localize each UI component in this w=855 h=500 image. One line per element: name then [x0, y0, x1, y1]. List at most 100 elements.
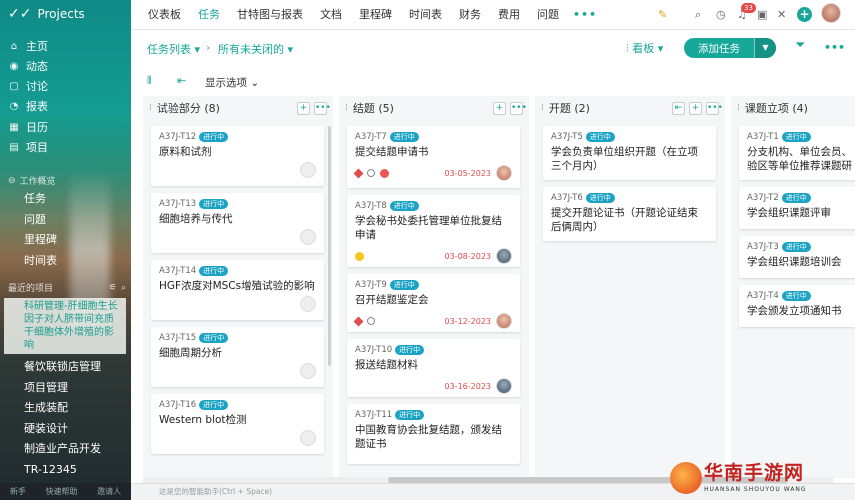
- task-card[interactable]: A37J-T7 进行中 提交结题申请书 03-05-2023: [347, 126, 520, 188]
- recent-project[interactable]: TR-12345: [24, 460, 77, 480]
- work-overview-header[interactable]: ⊖ 工作概览: [8, 174, 56, 188]
- due-date: 03-08-2023: [444, 251, 492, 261]
- drag-handle-icon[interactable]: ⁞: [345, 103, 348, 113]
- add-card-icon[interactable]: +: [493, 101, 506, 115]
- chevron-down-icon[interactable]: ▼: [754, 38, 776, 58]
- footer-new-user[interactable]: 新手: [10, 486, 26, 497]
- collapse-columns-icon[interactable]: ⫴: [147, 74, 152, 88]
- add-card-icon[interactable]: +: [297, 101, 310, 115]
- task-card[interactable]: A37J-T4 进行中 学会颁发立项通知书: [739, 285, 855, 327]
- timer-icon[interactable]: ◷: [716, 8, 726, 21]
- sidebar-item-calendar[interactable]: ▦ 日历: [8, 117, 128, 137]
- tools-icon[interactable]: ✕: [777, 8, 786, 21]
- sidebar-item-projects[interactable]: ▤ 项目: [8, 137, 128, 157]
- task-card[interactable]: A37J-T1 进行中 分支机构、单位会员、验区等单位推荐课题研: [739, 126, 855, 180]
- task-card[interactable]: A37J-T15 进行中 细胞周期分析: [151, 327, 324, 387]
- search-icon[interactable]: ⌕: [121, 283, 126, 293]
- assignee-avatar[interactable]: [300, 296, 316, 312]
- tab-gantt[interactable]: 甘特图与报表: [237, 0, 303, 30]
- task-card[interactable]: A37J-T2 进行中 学会组织课题评审: [739, 187, 855, 229]
- recent-project[interactable]: 生成装配: [24, 398, 68, 418]
- add-task-button[interactable]: 添加任务 ▼: [684, 38, 776, 58]
- column-header[interactable]: ⁞ 试验部分 (8) + •••: [143, 96, 333, 120]
- assignee-avatar[interactable]: [300, 430, 316, 446]
- column-header[interactable]: ⁞ 结题 (5) + •••: [339, 96, 529, 120]
- task-title: 原料和试剂: [159, 146, 212, 158]
- drag-handle-icon[interactable]: ⁞: [737, 103, 740, 113]
- tab-expenses[interactable]: 费用: [498, 0, 520, 30]
- task-card[interactable]: A37J-T11 进行中 中国教育协会批复结题，颁发结题证书: [347, 404, 520, 464]
- sidebar-item-discussion[interactable]: ▢ 讨论: [8, 76, 128, 96]
- assignee-avatar[interactable]: [300, 363, 316, 379]
- assignee-avatar[interactable]: [496, 165, 512, 181]
- footer-quick-help[interactable]: 快速帮助: [45, 486, 77, 497]
- clock-icon: [367, 317, 375, 325]
- collapse-column-icon[interactable]: ⇤: [672, 101, 685, 115]
- filter-icon[interactable]: ⚟: [109, 283, 117, 293]
- column-menu-icon[interactable]: •••: [314, 101, 331, 115]
- task-card[interactable]: A37J-T9 进行中 召开结题鉴定会 03-12-2023: [347, 274, 520, 332]
- assignee-avatar[interactable]: [496, 378, 512, 394]
- tab-tasks[interactable]: 任务: [198, 0, 220, 30]
- assignee-avatar[interactable]: [496, 248, 512, 264]
- quick-add-icon[interactable]: +: [797, 7, 812, 22]
- add-card-icon[interactable]: +: [689, 101, 702, 115]
- recent-project[interactable]: 项目管理: [24, 378, 68, 398]
- task-card[interactable]: A37J-T5 进行中 学会负责单位组织开题（在立项三个月内）: [543, 126, 716, 180]
- task-title: 学会组织课题培训会: [747, 256, 842, 268]
- sidebar-item-milestones[interactable]: 里程碑: [24, 230, 57, 250]
- footer-invite[interactable]: 邀请人: [97, 486, 121, 497]
- column-header[interactable]: ⁞ 课题立项 (4): [731, 96, 855, 120]
- sidebar-item-activity[interactable]: ◉ 动态: [8, 56, 128, 76]
- avatar[interactable]: [821, 3, 841, 23]
- sidebar-item-issues[interactable]: 问题: [24, 210, 46, 230]
- activity-icon: ◉: [9, 60, 19, 72]
- assignee-avatar[interactable]: [300, 229, 316, 245]
- task-card[interactable]: A37J-T10 进行中 报送结题材料 03-16-2023: [347, 339, 520, 397]
- app-logo[interactable]: ✓✓ Projects: [8, 6, 85, 22]
- tab-milestones[interactable]: 里程碑: [359, 0, 392, 30]
- tab-timesheets[interactable]: 时间表: [409, 0, 442, 30]
- more-tabs-button[interactable]: •••: [573, 8, 597, 21]
- column-menu-icon[interactable]: •••: [706, 101, 723, 115]
- expand-icon[interactable]: ⇤: [177, 74, 186, 87]
- status-badge: 进行中: [199, 266, 229, 276]
- task-card[interactable]: A37J-T13 进行中 细胞培养与传代: [151, 193, 324, 253]
- sidebar-item-tasks[interactable]: 任务: [24, 189, 46, 209]
- store-icon[interactable]: ▣: [757, 8, 767, 21]
- recent-project[interactable]: 餐饮联锁店管理: [24, 357, 101, 377]
- task-card[interactable]: A37J-T14 进行中 HGF浓度对MSCs增殖试验的影响: [151, 260, 324, 320]
- more-options-icon[interactable]: •••: [824, 41, 845, 54]
- recent-project[interactable]: 硬装设计: [24, 419, 68, 439]
- column-header[interactable]: ⁞ 开题 (2) ⇤ + •••: [535, 96, 725, 120]
- tab-dashboard[interactable]: 仪表板: [148, 0, 181, 30]
- task-card[interactable]: A37J-T16 进行中 Western blot检测: [151, 394, 324, 454]
- assignee-avatar[interactable]: [496, 313, 512, 329]
- task-card[interactable]: A37J-T6 进行中 提交开题论证书（开题论证结束后俩周内）: [543, 187, 716, 241]
- drag-handle-icon[interactable]: ⁞: [149, 103, 152, 113]
- sidebar-item-reports[interactable]: ◔ 报表: [8, 96, 128, 116]
- task-list-dropdown[interactable]: 任务列表 ▾: [147, 41, 200, 57]
- recent-project[interactable]: 制造业产品开发: [24, 439, 101, 459]
- home-icon: ⌂: [10, 40, 18, 52]
- sidebar-item-home[interactable]: ⌂ 主页: [8, 36, 128, 56]
- task-card[interactable]: A37J-T3 进行中 学会组织课题培训会: [739, 236, 855, 278]
- drag-handle-icon[interactable]: ⁞: [541, 103, 544, 113]
- column-menu-icon[interactable]: •••: [510, 101, 527, 115]
- display-options-dropdown[interactable]: 显示选项 ⌄: [205, 75, 259, 90]
- funnel-icon[interactable]: ⏷: [795, 38, 805, 53]
- assignee-avatar[interactable]: [300, 162, 316, 178]
- task-card[interactable]: A37J-T12 进行中 原料和试剂: [151, 126, 324, 186]
- filter-dropdown[interactable]: 所有未关闭的 ▾: [218, 41, 293, 57]
- calendar-icon: ▦: [9, 121, 19, 133]
- view-switcher[interactable]: ⫶ 看板 ▾: [626, 40, 663, 56]
- tab-issues[interactable]: 问题: [537, 0, 559, 30]
- column-scrollbar[interactable]: [328, 126, 331, 366]
- pen-icon[interactable]: ✎: [658, 8, 667, 21]
- sidebar-item-timesheets[interactable]: 时间表: [24, 251, 57, 271]
- tab-finance[interactable]: 财务: [459, 0, 481, 30]
- recent-project-active[interactable]: 科研管理-肝细胞生长因子对人脐带间充质干细胞体外增殖的影响: [4, 298, 126, 354]
- search-icon[interactable]: ⌕: [695, 8, 701, 22]
- tab-documents[interactable]: 文档: [320, 0, 342, 30]
- task-card[interactable]: A37J-T8 进行中 学会秘书处委托管理单位批复结申请 03-08-2023: [347, 195, 520, 267]
